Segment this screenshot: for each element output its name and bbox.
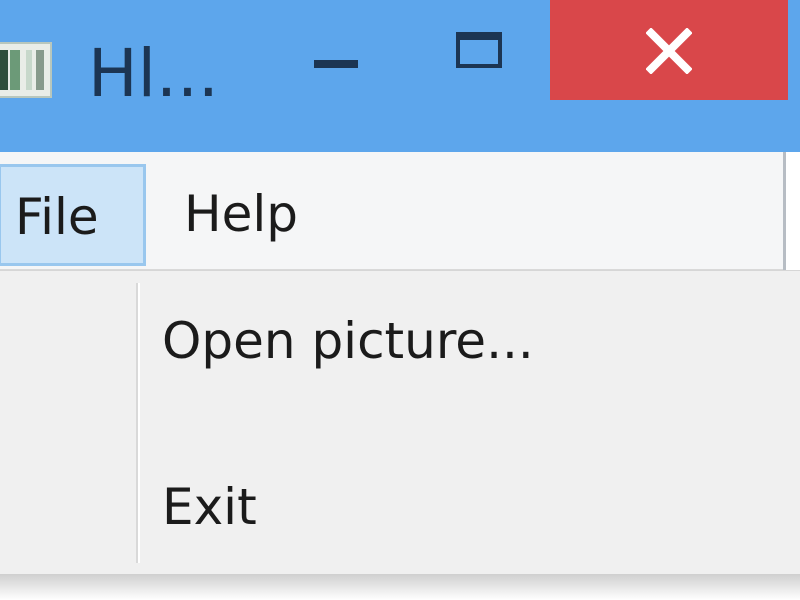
title-bar[interactable]: Hl... xyxy=(0,0,800,152)
app-icon-stripe xyxy=(36,50,44,90)
app-icon-stripe xyxy=(10,50,20,90)
maximize-button[interactable] xyxy=(440,22,520,100)
minimize-icon xyxy=(314,60,358,68)
maximize-icon xyxy=(456,32,502,68)
menu-item-open-picture[interactable]: Open picture... xyxy=(138,311,758,401)
window-title: Hl... xyxy=(88,35,219,112)
menu-file[interactable]: File xyxy=(0,164,146,266)
app-icon-stripe xyxy=(26,50,32,90)
menu-help-label: Help xyxy=(184,185,298,243)
close-button[interactable] xyxy=(550,0,788,100)
menu-drop-shadow xyxy=(0,574,800,600)
menu-item-exit[interactable]: Exit xyxy=(138,477,758,567)
minimize-button[interactable] xyxy=(300,22,376,100)
menu-item-label: Open picture... xyxy=(162,312,534,370)
file-dropdown-menu: Open picture... Exit xyxy=(0,270,800,574)
menu-file-label: File xyxy=(15,188,99,246)
app-icon[interactable] xyxy=(0,42,52,98)
close-icon xyxy=(646,28,692,74)
app-window: Hl... File Help Open picture... Exit xyxy=(0,0,800,600)
menu-item-label: Exit xyxy=(162,478,257,536)
menu-bar: File Help xyxy=(0,152,786,270)
menu-help[interactable]: Help xyxy=(146,164,326,266)
app-icon-stripe xyxy=(0,50,8,90)
